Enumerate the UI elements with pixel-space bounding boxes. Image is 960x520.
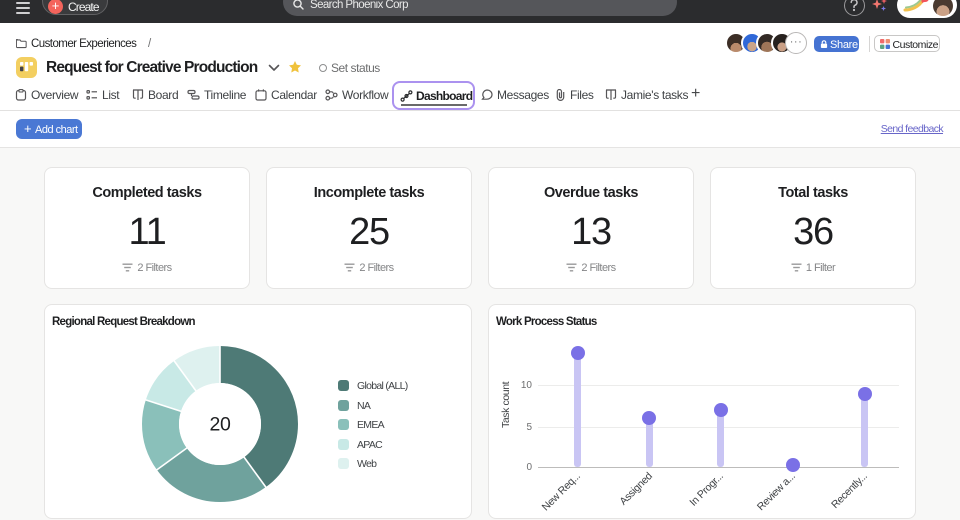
svg-text:20: 20 <box>209 414 231 436</box>
